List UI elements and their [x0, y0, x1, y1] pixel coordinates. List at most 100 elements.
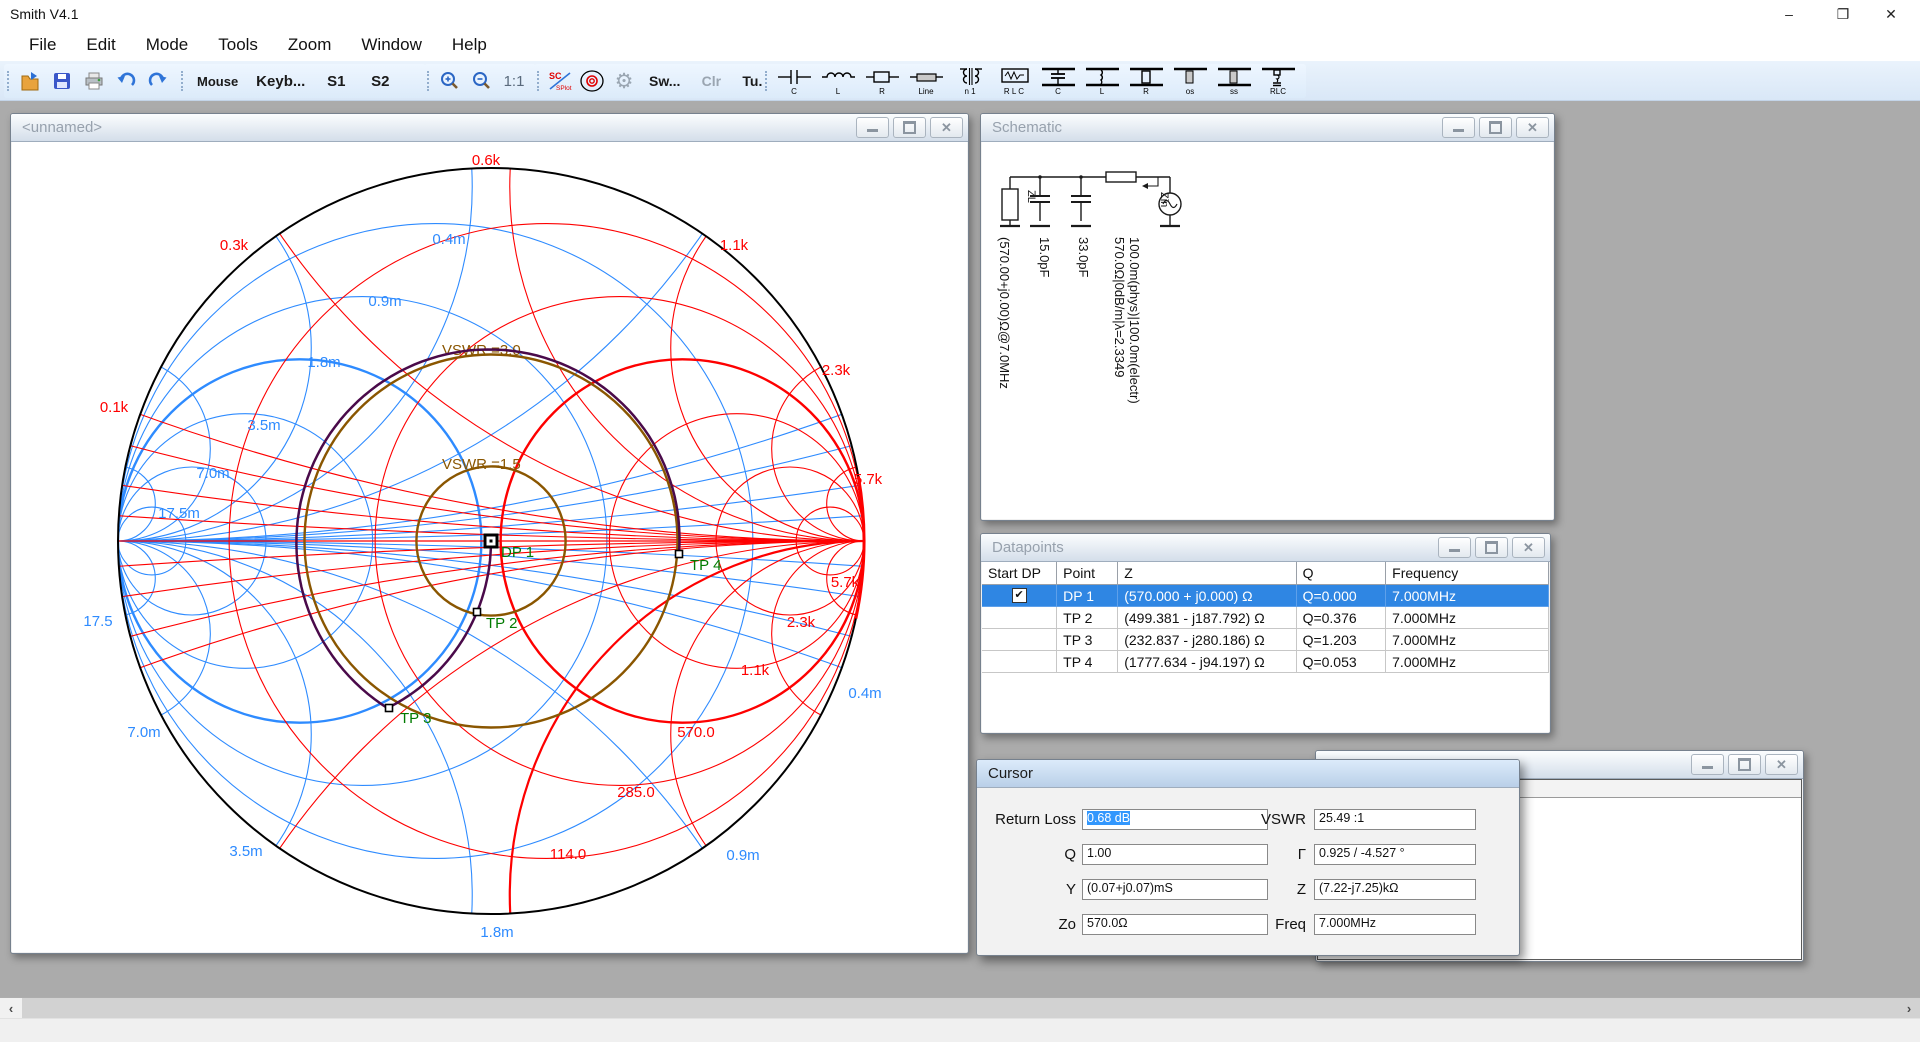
impedance-cell[interactable]: (570.000 + j0.000) Ω	[1118, 585, 1296, 607]
column-header-q[interactable]: Q	[1296, 562, 1386, 585]
app-close-button[interactable]: ✕	[1868, 0, 1914, 28]
toolbar-grip[interactable]	[7, 71, 12, 91]
column-header-point[interactable]: Point	[1057, 562, 1118, 585]
scroll-left-button[interactable]: ‹	[0, 998, 22, 1019]
toolbar-grip[interactable]	[181, 71, 186, 91]
app-minimize-button[interactable]: –	[1766, 0, 1812, 28]
point-cell[interactable]: TP 2	[1057, 607, 1118, 629]
menu-item-help[interactable]: Help	[437, 31, 502, 59]
zoom-1to1-button[interactable]: 1:1	[501, 66, 527, 96]
start-dp-checkbox[interactable]: ✔	[1012, 588, 1027, 603]
toolbar-series-capacitor-button[interactable]: C	[775, 66, 813, 96]
close-button[interactable]: ✕	[930, 117, 963, 138]
datapoint-row-tp3[interactable]: TP 3(232.837 - j280.186) ΩQ=1.2037.000MH…	[982, 629, 1549, 651]
impedance-cell[interactable]: (499.381 - j187.792) Ω	[1118, 607, 1296, 629]
undo-button[interactable]	[113, 66, 139, 96]
start-dp-cell[interactable]	[982, 607, 1057, 629]
field-value-input[interactable]: 25.49 :1	[1314, 809, 1476, 830]
maximize-button[interactable]	[1728, 754, 1761, 775]
toolbar-shunt-rlc-button[interactable]: RLC	[1259, 66, 1297, 96]
toolbar-shorted-stub-button[interactable]: ss	[1215, 66, 1253, 96]
start-dp-cell[interactable]	[982, 651, 1057, 673]
minimize-button[interactable]	[1691, 754, 1724, 775]
toolbar-open-stub-button[interactable]: os	[1171, 66, 1209, 96]
app-maximize-button[interactable]: ❐	[1820, 0, 1866, 28]
impedance-cell[interactable]: (232.837 - j280.186) Ω	[1118, 629, 1296, 651]
frequency-cell[interactable]: 7.000MHz	[1386, 651, 1549, 673]
column-header-z[interactable]: Z	[1118, 562, 1296, 585]
close-button[interactable]: ✕	[1765, 754, 1798, 775]
frequency-cell[interactable]: 7.000MHz	[1386, 585, 1549, 607]
menu-item-mode[interactable]: Mode	[131, 31, 204, 59]
impedance-cell[interactable]: (1777.634 - j94.197) Ω	[1118, 651, 1296, 673]
point-cell[interactable]: DP 1	[1057, 585, 1118, 607]
datapoint-row-tp2[interactable]: TP 2(499.381 - j187.792) ΩQ=0.3767.000MH…	[982, 607, 1549, 629]
toolbar-grip[interactable]	[427, 71, 432, 91]
toolbar-transformer-button[interactable]: n 1	[951, 66, 989, 96]
cursor-window-titlebar[interactable]: Cursor	[977, 760, 1519, 788]
mouse-button[interactable]: Mouse	[191, 66, 244, 96]
point-cell[interactable]: TP 4	[1057, 651, 1118, 673]
sweep-button[interactable]: Sw...	[643, 66, 686, 96]
menu-item-window[interactable]: Window	[346, 31, 436, 59]
toolbar-grip[interactable]	[765, 71, 770, 91]
field-value-input[interactable]: 0.925 / -4.527 °	[1314, 844, 1476, 865]
zoom-out-button[interactable]	[469, 66, 495, 96]
column-header-start-dp[interactable]: Start DP	[982, 562, 1057, 585]
minimize-button[interactable]	[1438, 537, 1471, 558]
maximize-button[interactable]	[1475, 537, 1508, 558]
datapoint-row-tp4[interactable]: TP 4(1777.634 - j94.197) ΩQ=0.0537.000MH…	[982, 651, 1549, 673]
scroll-right-button[interactable]: ›	[1898, 998, 1920, 1019]
target-circles-button[interactable]	[579, 66, 605, 96]
frequency-cell[interactable]: 7.000MHz	[1386, 607, 1549, 629]
toolbar-series-resistor-button[interactable]: R	[863, 66, 901, 96]
clear-button[interactable]: Clr	[692, 66, 730, 96]
maximize-button[interactable]	[893, 117, 926, 138]
toolbar-series-line-button[interactable]: Line	[907, 66, 945, 96]
start-dp-cell[interactable]: ✔	[982, 585, 1057, 607]
menu-item-file[interactable]: File	[14, 31, 71, 59]
toolbar-shunt-capacitor-button[interactable]: C	[1039, 66, 1077, 96]
menu-item-zoom[interactable]: Zoom	[273, 31, 346, 59]
menu-item-tools[interactable]: Tools	[203, 31, 273, 59]
toolbar-grip[interactable]	[537, 71, 542, 91]
datapoints-window-titlebar[interactable]: Datapoints ✕	[981, 534, 1550, 562]
menu-item-edit[interactable]: Edit	[71, 31, 130, 59]
column-header-frequency[interactable]: Frequency	[1386, 562, 1549, 585]
keyboard-button[interactable]: Keyb...	[250, 66, 311, 96]
q-cell[interactable]: Q=0.053	[1296, 651, 1386, 673]
field-value-input[interactable]: (7.22-j7.25)kΩ	[1314, 879, 1476, 900]
schematic-canvas[interactable]: ZLZin (570.00+j0.00)Ω@7.0MHz15.0pF33.0pF…	[982, 142, 1553, 519]
frequency-cell[interactable]: 7.000MHz	[1386, 629, 1549, 651]
redo-button[interactable]	[145, 66, 171, 96]
datapoint-row-dp1[interactable]: ✔ DP 1(570.000 + j0.000) ΩQ=0.0007.000MHz	[982, 585, 1549, 607]
q-cell[interactable]: Q=0.376	[1296, 607, 1386, 629]
minimize-button[interactable]	[856, 117, 889, 138]
q-cell[interactable]: Q=0.000	[1296, 585, 1386, 607]
maximize-button[interactable]	[1479, 117, 1512, 138]
save-button[interactable]	[49, 66, 75, 96]
smith-chart-plot-button[interactable]: SCSPlot	[547, 66, 573, 96]
close-button[interactable]: ✕	[1516, 117, 1549, 138]
field-value-input[interactable]: 7.000MHz	[1314, 914, 1476, 935]
minimize-button[interactable]	[1442, 117, 1475, 138]
settings-gear-button[interactable]: ⚙	[611, 66, 637, 96]
toolbar-shunt-inductor-button[interactable]: L	[1083, 66, 1121, 96]
schematic-window-titlebar[interactable]: Schematic ✕	[981, 114, 1554, 142]
datapoints-table[interactable]: Start DPPointZQFrequency ✔ DP 1(570.000 +…	[982, 562, 1549, 673]
toolbar-shunt-resistor-button[interactable]: R	[1127, 66, 1165, 96]
open-button[interactable]	[17, 66, 43, 96]
zoom-in-button[interactable]	[437, 66, 463, 96]
toolbar-series-inductor-button[interactable]: L	[819, 66, 857, 96]
s2-button[interactable]: S2	[361, 66, 399, 96]
close-button[interactable]: ✕	[1512, 537, 1545, 558]
horizontal-scrollbar[interactable]: ‹ ›	[0, 997, 1920, 1019]
smith-chart[interactable]: VSWR =3.0VSWR =1.50.6k0.3k1.1k0.1k2.3k5.…	[12, 142, 967, 952]
q-cell[interactable]: Q=1.203	[1296, 629, 1386, 651]
point-cell[interactable]: TP 3	[1057, 629, 1118, 651]
smith-chart-window-titlebar[interactable]: <unnamed> ✕	[11, 114, 968, 142]
print-button[interactable]	[81, 66, 107, 96]
start-dp-cell[interactable]	[982, 629, 1057, 651]
s1-button[interactable]: S1	[317, 66, 355, 96]
toolbar-series-rlc-button[interactable]: R L C	[995, 66, 1033, 96]
